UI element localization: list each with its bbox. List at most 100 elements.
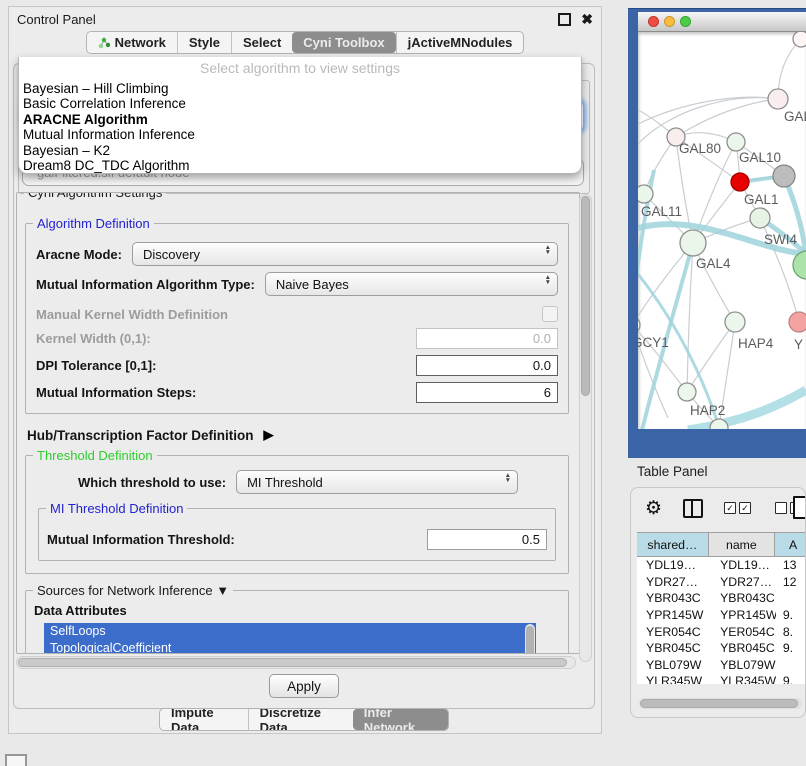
- table-cell: YPR145W: [709, 607, 776, 624]
- table-cell: YBR045C: [709, 640, 776, 657]
- table-row[interactable]: YDL19…YDL19…13: [637, 557, 806, 574]
- close-button[interactable]: ✖: [581, 14, 593, 24]
- settings-vertical-scrollbar[interactable]: [579, 194, 592, 662]
- settings-horizontal-scrollbar-thumb[interactable]: [18, 658, 567, 667]
- dpi-tolerance-input[interactable]: 0.0: [416, 355, 558, 376]
- document-icon[interactable]: [793, 496, 806, 519]
- tab-label: Style: [189, 35, 220, 50]
- network-node-y[interactable]: [789, 312, 806, 332]
- network-node-gal11[interactable]: [638, 185, 653, 203]
- which-threshold-combobox[interactable]: MI Threshold ▲▼: [236, 470, 518, 494]
- column-header-0[interactable]: shared…: [637, 533, 709, 556]
- mi-threshold-group-title: MI Threshold Definition: [46, 501, 187, 516]
- table-row[interactable]: YLR345WYLR345W9.: [637, 673, 806, 684]
- column-header-2[interactable]: A: [775, 533, 806, 556]
- split-columns-icon[interactable]: [683, 499, 703, 518]
- select-all-columns-icon[interactable]: ✓✓: [724, 502, 754, 514]
- window-close-icon[interactable]: [648, 16, 659, 27]
- mi-threshold-input[interactable]: 0.5: [427, 529, 547, 550]
- data-attribute-item[interactable]: SelfLoops: [44, 623, 536, 640]
- table-cell: 12: [776, 574, 806, 591]
- bottom-tab-discretize-data[interactable]: Discretize Data: [248, 709, 353, 730]
- column-header-1[interactable]: name: [709, 533, 775, 556]
- algorithm-option[interactable]: Bayesian – K2: [19, 143, 581, 158]
- aracne-mode-combobox[interactable]: Discovery ▲▼: [132, 242, 558, 266]
- attr-list-scrollbar[interactable]: [525, 624, 535, 654]
- aracne-mode-label: Aracne Mode:: [36, 247, 122, 262]
- threshold-definition-title: Threshold Definition: [33, 448, 157, 463]
- window-minimize-icon[interactable]: [664, 16, 675, 27]
- network-node-gal4[interactable]: [680, 230, 706, 256]
- tab-select[interactable]: Select: [231, 32, 292, 53]
- bottom-tab-impute-data[interactable]: Impute Data: [160, 709, 248, 730]
- manual-kernel-checkbox[interactable]: [542, 306, 558, 322]
- table-cell: YBL079W: [709, 657, 776, 674]
- table-horizontal-scrollbar-thumb[interactable]: [640, 699, 798, 708]
- hub-definition-expander[interactable]: Hub/Transcription Factor Definition ▶: [27, 427, 579, 443]
- tab-jactivemnodules[interactable]: jActiveMNodules: [396, 32, 524, 53]
- network-edge[interactable]: [644, 137, 676, 194]
- table-row[interactable]: YDR27…YDR27…12: [637, 574, 806, 591]
- table-row[interactable]: YBL079WYBL079W: [637, 657, 806, 674]
- network-edge[interactable]: [687, 322, 735, 392]
- network-icon: [98, 37, 110, 49]
- settings-vertical-scrollbar-thumb[interactable]: [581, 196, 590, 396]
- table-row[interactable]: YPR145WYPR145W9.: [637, 607, 806, 624]
- network-edge[interactable]: [638, 98, 778, 144]
- window-zoom-icon[interactable]: [680, 16, 691, 27]
- mi-type-combobox[interactable]: Naive Bayes ▲▼: [265, 272, 558, 296]
- node-label-hap2: HAP2: [690, 403, 725, 418]
- data-attribute-item[interactable]: TopologicalCoefficient: [44, 640, 536, 655]
- table-cell: 13: [776, 557, 806, 574]
- algorithm-option[interactable]: ARACNE Algorithm: [19, 112, 581, 127]
- table-body: YDL19…YDL19…13YDR27…YDR27…12YBR043CYBR04…: [637, 557, 806, 684]
- node-label-swi4: SWI4: [764, 232, 797, 247]
- algorithm-option[interactable]: Basic Correlation Inference: [19, 96, 581, 111]
- node-table[interactable]: shared…nameA YDL19…YDL19…13YDR27…YDR27…1…: [637, 532, 806, 684]
- network-window-titlebar[interactable]: [638, 12, 806, 32]
- network-node-gal1[interactable]: [731, 173, 749, 191]
- network-node-gal[interactable]: [768, 89, 788, 109]
- maximize-button[interactable]: [558, 13, 571, 26]
- network-node-hap2[interactable]: [678, 383, 696, 401]
- manual-kernel-label: Manual Kernel Width Definition: [36, 307, 228, 322]
- table-row[interactable]: YBR045CYBR045C9.: [637, 640, 806, 657]
- stepper-icon: ▲▼: [545, 275, 551, 285]
- settings-horizontal-scrollbar[interactable]: [16, 656, 576, 669]
- network-node-swi4[interactable]: [750, 208, 770, 228]
- table-row[interactable]: YBR043CYBR043C: [637, 590, 806, 607]
- network-node-gcy1[interactable]: [638, 316, 640, 334]
- algorithm-option[interactable]: Mutual Information Inference: [19, 127, 581, 142]
- network-canvas[interactable]: GALGAL80GAL10GAL1GAL11SWI4GAL4GCY1HAP4YH…: [638, 32, 806, 429]
- kernel-width-input[interactable]: 0.0: [416, 328, 558, 349]
- tab-style[interactable]: Style: [177, 32, 231, 53]
- algorithm-option[interactable]: Dream8 DC_TDC Algorithm: [19, 158, 581, 173]
- table-row[interactable]: YER054CYER054C8.: [637, 623, 806, 640]
- table-header-row: shared…nameA: [637, 532, 806, 557]
- data-attributes-list[interactable]: SelfLoopsTopologicalCoefficientBetweenne…: [44, 623, 536, 654]
- network-node-hap4[interactable]: [725, 312, 745, 332]
- algorithm-definition-title: Algorithm Definition: [33, 216, 154, 231]
- tab-label: Network: [115, 35, 166, 50]
- tab-cyni-toolbox[interactable]: Cyni Toolbox: [292, 32, 395, 53]
- network-node[interactable]: [773, 165, 795, 187]
- threshold-definition-group: Threshold Definition Which threshold to …: [25, 455, 569, 574]
- bottom-tab-infer-network[interactable]: Infer Network: [353, 709, 448, 730]
- gear-icon[interactable]: ⚙: [645, 499, 662, 518]
- attr-items: SelfLoopsTopologicalCoefficientBetweenne…: [44, 623, 536, 654]
- attr-list-scrollbar-thumb[interactable]: [526, 626, 534, 654]
- collapse-down-icon[interactable]: ▼: [216, 583, 229, 598]
- bottom-left-partial-icon[interactable]: [5, 754, 27, 766]
- network-node[interactable]: [793, 32, 806, 47]
- node-label-gal10: GAL10: [739, 150, 781, 165]
- stepper-icon: ▲▼: [545, 245, 551, 255]
- algorithm-option[interactable]: Bayesian – Hill Climbing: [19, 81, 581, 96]
- network-node-gal10[interactable]: [727, 133, 745, 151]
- settings-group-title: Cyni Algorithm Settings: [24, 192, 166, 200]
- tab-network[interactable]: Network: [87, 32, 177, 53]
- node-label-gcy1: GCY1: [638, 335, 669, 350]
- algorithm-dropdown-popup: Select algorithm to view settings Bayesi…: [18, 57, 582, 174]
- apply-button[interactable]: Apply: [269, 674, 339, 698]
- mi-steps-input[interactable]: 6: [416, 382, 558, 403]
- table-horizontal-scrollbar[interactable]: [639, 698, 802, 709]
